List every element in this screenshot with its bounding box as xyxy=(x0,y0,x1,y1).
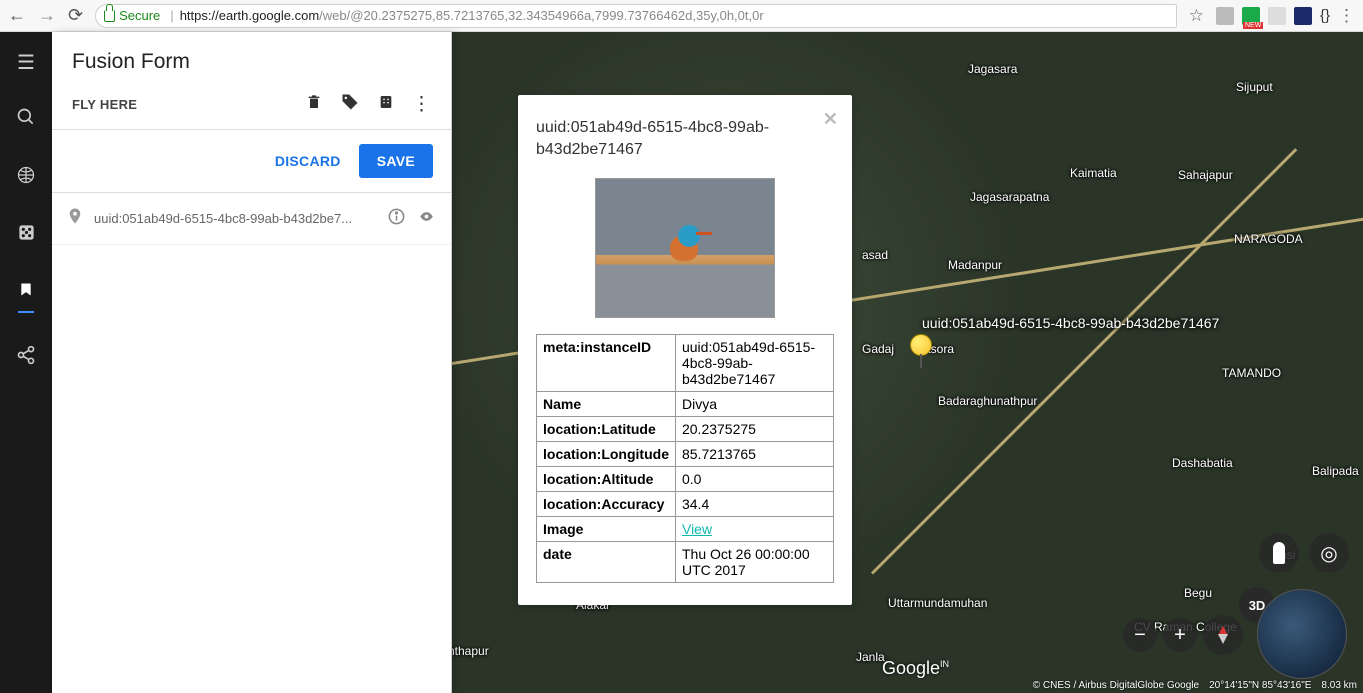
panel-title: Fusion Form xyxy=(52,32,451,82)
table-row: location:Accuracy34.4 xyxy=(537,491,834,516)
table-row: location:Longitude85.7213765 xyxy=(537,441,834,466)
google-logo: GoogleIN xyxy=(882,658,949,679)
card-image[interactable] xyxy=(595,178,775,318)
pegman-button[interactable] xyxy=(1259,533,1299,573)
left-rail: ☰ xyxy=(0,32,52,693)
tag-icon[interactable] xyxy=(340,92,360,117)
attribution-bar: © CNES / Airbus DigitalGlobe Google 20°1… xyxy=(1033,680,1357,691)
table-value: 20.2375275 xyxy=(675,416,833,441)
map-canvas[interactable]: JagasaraSijuputKaimatiaSahajapurJagasara… xyxy=(452,32,1363,693)
info-card: ✕ uuid:051ab49d-6515-4bc8-99ab-b43d2be71… xyxy=(518,95,852,605)
close-icon[interactable]: ✕ xyxy=(823,109,838,130)
menu-icon[interactable]: ☰ xyxy=(17,50,35,75)
table-value: Thu Oct 26 00:00:00 UTC 2017 xyxy=(675,541,833,582)
table-value: Divya xyxy=(675,391,833,416)
ext-grey-icon[interactable] xyxy=(1216,7,1234,25)
placemark-label: uuid:051ab49d-6515-4bc8-99ab-b43d2be7... xyxy=(94,211,377,226)
table-key: location:Accuracy xyxy=(537,491,676,516)
panel-actions: DISCARD SAVE xyxy=(52,130,451,193)
url-path: /web/@20.2375275,85.7213765,32.34354966a… xyxy=(319,8,764,23)
bookmark-icon[interactable] xyxy=(18,280,34,313)
more-icon[interactable]: ⋮ xyxy=(412,93,431,116)
visibility-icon[interactable] xyxy=(416,209,437,229)
overview-globe[interactable] xyxy=(1257,589,1347,679)
card-title: uuid:051ab49d-6515-4bc8-99ab-b43d2be7146… xyxy=(536,117,834,162)
table-key: Name xyxy=(537,391,676,416)
attribution-copy: © CNES / Airbus DigitalGlobe Google xyxy=(1033,680,1199,691)
attribution-scale: 8.03 km xyxy=(1321,680,1357,691)
url-host: earth.google.com xyxy=(219,8,319,23)
info-icon[interactable] xyxy=(387,207,406,231)
table-row: Image View xyxy=(537,516,834,541)
zoom-in-button[interactable]: + xyxy=(1163,618,1197,652)
table-key: Image xyxy=(537,516,676,541)
ext-braces-icon[interactable]: {} xyxy=(1320,7,1330,24)
url-scheme: https:// xyxy=(180,8,219,23)
share-icon[interactable] xyxy=(16,345,36,371)
placemark-item[interactable]: uuid:051ab49d-6515-4bc8-99ab-b43d2be7... xyxy=(52,193,451,245)
table-key: location:Altitude xyxy=(537,466,676,491)
lock-icon xyxy=(104,10,115,22)
table-key: meta:instanceID xyxy=(537,334,676,391)
place-pin-icon xyxy=(66,205,84,232)
extension-icons: NEW {} ⋮ xyxy=(1216,6,1355,26)
google-logo-region: IN xyxy=(940,659,949,669)
address-bar[interactable]: Secure | https:// earth.google.com /web/… xyxy=(95,4,1177,28)
card-table: meta:instanceIDuuid:051ab49d-6515-4bc8-9… xyxy=(536,334,834,583)
table-value: uuid:051ab49d-6515-4bc8-99ab-b43d2be7146… xyxy=(675,334,833,391)
browser-toolbar: ← → ⟳ Secure | https:// earth.google.com… xyxy=(0,0,1363,32)
placemark-map-label: uuid:051ab49d-6515-4bc8-99ab-b43d2be7146… xyxy=(922,315,1219,331)
fly-here-button[interactable]: FLY HERE xyxy=(72,97,137,112)
view-link[interactable]: View xyxy=(682,521,712,537)
lucky-icon[interactable] xyxy=(17,223,36,248)
ext-blue-icon[interactable] xyxy=(1294,7,1312,25)
pushpin-needle-icon xyxy=(920,354,922,368)
table-row: location:Altitude0.0 xyxy=(537,466,834,491)
search-icon[interactable] xyxy=(16,107,36,133)
panel-tools: ⋮ xyxy=(306,92,431,117)
google-logo-text: Google xyxy=(882,658,940,678)
back-button[interactable]: ← xyxy=(8,5,26,26)
reload-button[interactable]: ⟳ xyxy=(68,5,83,26)
ext-green-icon[interactable]: NEW xyxy=(1242,7,1260,25)
secure-label: Secure xyxy=(119,8,160,23)
discard-button[interactable]: DISCARD xyxy=(275,144,341,178)
table-value: 0.0 xyxy=(675,466,833,491)
placemark-pushpin[interactable] xyxy=(910,334,936,370)
table-row: meta:instanceIDuuid:051ab49d-6515-4bc8-9… xyxy=(537,334,834,391)
map-controls: − + xyxy=(1123,589,1347,679)
zoom-out-button[interactable]: − xyxy=(1123,618,1157,652)
my-location-button[interactable]: ◎ xyxy=(1309,533,1349,573)
table-row: NameDivya xyxy=(537,391,834,416)
voyager-icon[interactable] xyxy=(16,165,36,191)
app-container: ☰ Fusion Form FLY HERE ⋮ xyxy=(0,32,1363,693)
forward-button[interactable]: → xyxy=(38,5,56,26)
table-key: location:Latitude xyxy=(537,416,676,441)
table-row: location:Latitude20.2375275 xyxy=(537,416,834,441)
bird-image xyxy=(660,225,710,267)
browser-menu-icon[interactable]: ⋮ xyxy=(1338,6,1355,26)
save-button[interactable]: SAVE xyxy=(359,144,433,178)
panel-subheader: FLY HERE ⋮ xyxy=(52,82,451,130)
table-row: dateThu Oct 26 00:00:00 UTC 2017 xyxy=(537,541,834,582)
compass-button[interactable] xyxy=(1203,615,1243,655)
star-icon[interactable]: ☆ xyxy=(1189,6,1204,26)
table-value: 85.7213765 xyxy=(675,441,833,466)
side-panel: Fusion Form FLY HERE ⋮ DISCARD SAVE uuid… xyxy=(52,32,452,693)
pushpin-head-icon xyxy=(910,334,932,356)
secure-indicator: Secure xyxy=(104,8,160,23)
present-icon[interactable] xyxy=(378,93,394,116)
trash-icon[interactable] xyxy=(306,93,322,116)
zoom-group: − + xyxy=(1123,615,1243,655)
ext-light-icon[interactable] xyxy=(1268,7,1286,25)
url-divider: | xyxy=(170,8,173,23)
table-key: location:Longitude xyxy=(537,441,676,466)
table-value: 34.4 xyxy=(675,491,833,516)
attribution-coords: 20°14'15"N 85°43'16"E xyxy=(1209,680,1311,691)
table-value: View xyxy=(675,516,833,541)
table-key: date xyxy=(537,541,676,582)
